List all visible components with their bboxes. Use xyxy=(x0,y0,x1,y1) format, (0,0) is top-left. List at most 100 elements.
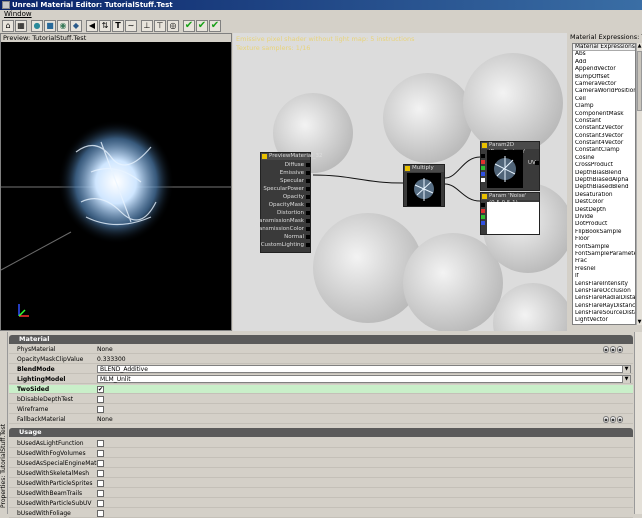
properties-side-tab[interactable]: Properties: TutorialStuff.Test xyxy=(0,332,8,514)
expression-item[interactable]: FontSampleParameter xyxy=(573,251,635,258)
pin-specular-power[interactable]: SpecularPower xyxy=(263,185,310,193)
pin-distortion[interactable]: Distortion xyxy=(277,209,310,217)
expression-item[interactable]: LensFlareIntensity xyxy=(573,281,635,288)
usage-checkbox[interactable] xyxy=(97,480,104,487)
expression-item[interactable]: DepthBiasedBlend xyxy=(573,184,635,191)
expression-item[interactable]: LensFlareSourceDistance xyxy=(573,310,635,317)
expression-item[interactable]: LensFlareOcclusion xyxy=(573,288,635,295)
expressions-list[interactable]: Material Expressions AbsAddAppendVectorB… xyxy=(572,43,636,325)
pin-normal[interactable]: Normal xyxy=(284,233,310,241)
apply-button-2[interactable]: ✔ xyxy=(196,20,208,32)
scroll-up-icon[interactable]: ▲ xyxy=(637,43,642,49)
usage-checkbox[interactable] xyxy=(97,450,104,457)
expression-item[interactable]: DepthBiasBlend xyxy=(573,170,635,177)
node-multiply[interactable]: Multiply xyxy=(403,164,445,207)
prop-disable-depth-test[interactable]: bDisableDepthTest xyxy=(9,395,633,404)
expression-item[interactable]: ConstantClamp xyxy=(573,147,635,154)
expression-item[interactable]: DotProduct xyxy=(573,221,635,228)
scroll-down-icon[interactable]: ▼ xyxy=(637,319,642,325)
expression-item[interactable]: LensFlareRayDistance xyxy=(573,303,635,310)
expression-item[interactable]: Constant4Vector xyxy=(573,140,635,147)
menu-window[interactable]: Window xyxy=(4,10,32,18)
expression-item[interactable]: Floor xyxy=(573,236,635,243)
expression-item[interactable]: Fresnel xyxy=(573,266,635,273)
find-icon[interactable]: ◉ xyxy=(603,416,609,423)
node-down-button[interactable]: ⊤ xyxy=(154,20,166,32)
usage-checkbox[interactable] xyxy=(97,490,104,497)
pin-g[interactable] xyxy=(481,215,485,219)
usage-checkbox[interactable] xyxy=(97,460,104,467)
scroll-thumb[interactable] xyxy=(637,51,642,111)
realtime-button[interactable]: ◎ xyxy=(167,20,179,32)
expression-item[interactable]: DepthBiasedAlpha xyxy=(573,177,635,184)
expression-item[interactable]: DestColor xyxy=(573,199,635,206)
node-preview-material[interactable]: PreviewMaterial_32 Diffuse Emissive Spec… xyxy=(260,152,311,253)
preview-cube-button[interactable]: ◆ xyxy=(70,20,82,32)
pin-r[interactable] xyxy=(481,160,485,164)
expression-item[interactable]: Constant3Vector xyxy=(573,133,635,140)
properties-scrollbar[interactable] xyxy=(634,332,642,514)
prop-opacity-mask-clip[interactable]: OpacityMaskClipValue 0.333300 xyxy=(9,355,633,364)
disable-depth-test-checkbox[interactable] xyxy=(97,396,104,403)
usage-row[interactable]: bUsedAsLightFunction xyxy=(9,439,633,448)
grid-button[interactable]: ▦ xyxy=(15,20,27,32)
prop-two-sided[interactable]: TwoSided ✔ xyxy=(9,385,633,394)
preview-material-button[interactable]: ■ xyxy=(44,20,56,32)
usage-checkbox[interactable] xyxy=(97,500,104,507)
pin-opacity-mask[interactable]: OpacityMask xyxy=(269,201,310,209)
expression-item[interactable]: If xyxy=(573,273,635,280)
expression-item[interactable]: Divide xyxy=(573,214,635,221)
expression-item[interactable]: Ceil xyxy=(573,96,635,103)
expression-item[interactable]: Add xyxy=(573,59,635,66)
pin-r[interactable] xyxy=(481,209,485,213)
pin-a[interactable] xyxy=(481,178,485,182)
category-material[interactable]: Material xyxy=(9,335,633,344)
two-sided-checkbox[interactable]: ✔ xyxy=(97,386,104,393)
prop-fallback-material[interactable]: FallbackMaterial None ◉◉◉ xyxy=(9,415,633,424)
expression-item[interactable]: FontSample xyxy=(573,244,635,251)
usage-row[interactable]: bUsedWithBeamTrails xyxy=(9,489,633,498)
usage-checkbox[interactable] xyxy=(97,440,104,447)
prop-blend-mode[interactable]: BlendMode BLEND_Additive xyxy=(9,365,633,374)
expression-item[interactable]: DestDepth xyxy=(573,207,635,214)
material-graph-canvas[interactable]: Emissive pixel shader without light map:… xyxy=(233,33,567,331)
expression-item[interactable]: CrossProduct xyxy=(573,162,635,169)
usage-row[interactable]: bUsedWithParticleSubUV xyxy=(9,499,633,508)
usage-row[interactable]: bUsedWithSkeletalMesh xyxy=(9,469,633,478)
expression-item[interactable]: Cosine xyxy=(573,155,635,162)
pin-emissive[interactable]: Emissive xyxy=(280,169,310,177)
usage-row[interactable]: bUsedAsSpecialEngineMaterial xyxy=(9,459,633,468)
expression-item[interactable]: AppendVector xyxy=(573,66,635,73)
pin-transmission-color[interactable]: TransmissionColor xyxy=(254,225,310,233)
expression-item[interactable]: FlipBookSample xyxy=(573,229,635,236)
pin-transmission-mask[interactable]: TransmissionMask xyxy=(254,217,310,225)
expression-item[interactable]: Frac xyxy=(573,258,635,265)
pin-specular[interactable]: Specular xyxy=(280,177,310,185)
pin-b[interactable] xyxy=(481,221,485,225)
expression-item[interactable]: Constant xyxy=(573,118,635,125)
prop-phys-material[interactable]: PhysMaterial None ◉◉◉ xyxy=(9,345,633,354)
pin-rgb[interactable] xyxy=(481,203,485,207)
preview-sphere-button[interactable]: ● xyxy=(31,20,43,32)
apply-button-1[interactable]: ✔ xyxy=(183,20,195,32)
pin-custom-lighting[interactable]: CustomLighting xyxy=(261,241,310,249)
clear-icon[interactable]: ◉ xyxy=(617,416,623,423)
preview-sphere-alt-button[interactable]: ◉ xyxy=(57,20,69,32)
pin-rgb[interactable] xyxy=(481,154,485,158)
browse-icon[interactable]: ◉ xyxy=(610,346,616,353)
expression-item[interactable]: CameraWorldPosition xyxy=(573,88,635,95)
pin-diffuse[interactable]: Diffuse xyxy=(285,161,310,169)
expression-item[interactable]: Clamp xyxy=(573,103,635,110)
pin-opacity[interactable]: Opacity xyxy=(283,193,310,201)
expression-item[interactable]: BumpOffset xyxy=(573,74,635,81)
usage-row[interactable]: bUsedWithFogVolumes xyxy=(9,449,633,458)
node-up-button[interactable]: ⊥ xyxy=(141,20,153,32)
expressions-scrollbar[interactable]: ▲ ▼ xyxy=(636,43,642,325)
apply-button-3[interactable]: ✔ xyxy=(209,20,221,32)
sort-button[interactable]: ⇅ xyxy=(99,20,111,32)
expression-item[interactable]: ComponentMask xyxy=(573,111,635,118)
pin-uv[interactable] xyxy=(535,161,539,165)
node-constant[interactable]: Param 'Noise' (0.5,0.5,1) xyxy=(480,192,540,235)
clear-icon[interactable]: ◉ xyxy=(617,346,623,353)
pin-b[interactable] xyxy=(481,172,485,176)
